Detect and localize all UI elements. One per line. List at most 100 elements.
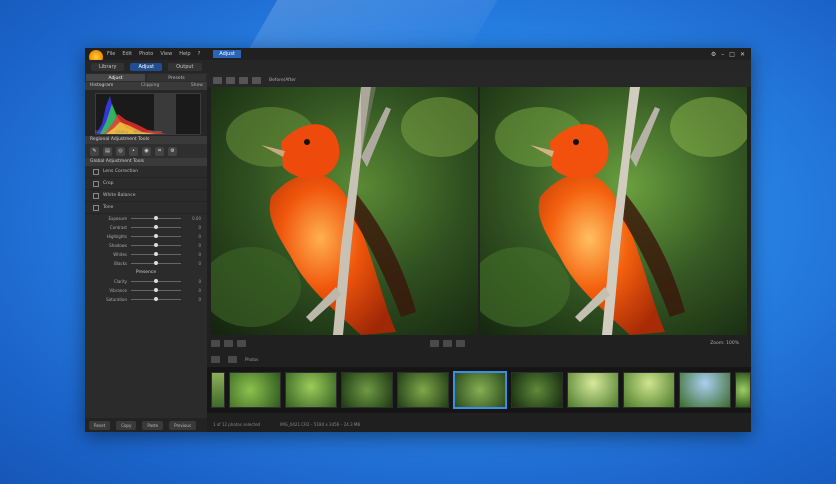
slider-knob[interactable] [154, 252, 158, 256]
tab-presets[interactable]: Presets [147, 74, 206, 81]
histogram-header[interactable]: Histogram Clipping Show [85, 82, 207, 90]
slider-track[interactable] [131, 279, 181, 283]
slider-value[interactable]: 0 [187, 225, 201, 230]
thumbnail[interactable] [341, 372, 393, 408]
fill-icon[interactable] [224, 339, 233, 347]
slider-track[interactable] [131, 297, 181, 301]
slider-knob[interactable] [154, 234, 158, 238]
checkbox-icon[interactable] [93, 204, 99, 211]
next-photo-icon[interactable] [443, 339, 452, 347]
after-image[interactable] [470, 87, 750, 335]
view-grid-icon[interactable] [239, 76, 248, 84]
view-single-icon[interactable] [213, 76, 222, 84]
reset-button[interactable]: Reset [89, 420, 111, 430]
mode-output-button[interactable]: Output [168, 62, 202, 71]
slider-knob[interactable] [154, 288, 158, 292]
settings-icon[interactable]: ⚙ [711, 51, 716, 58]
slider-track[interactable] [131, 243, 181, 247]
thumbnail[interactable] [511, 372, 563, 408]
slider-knob[interactable] [154, 216, 158, 220]
brush-icon[interactable]: ✎ [90, 146, 99, 156]
histogram-show-toggle[interactable]: Show [191, 82, 203, 90]
crop-icon[interactable]: ⌗ [155, 146, 164, 156]
histogram-chart [96, 94, 176, 134]
radial-icon[interactable]: ◎ [116, 146, 125, 156]
histogram-clipping-toggle[interactable]: Clipping [141, 82, 159, 90]
thumbnail-selected[interactable] [453, 371, 507, 409]
slider-value[interactable]: 0 [187, 279, 201, 284]
filmstrip-toolbar: Photos [211, 353, 747, 365]
mode-library-button[interactable]: Library [91, 62, 125, 71]
global-tools-header[interactable]: Global Adjustment Tools [85, 158, 207, 166]
adjust-tone[interactable]: Tone [85, 202, 207, 214]
paste-button[interactable]: Paste [142, 420, 164, 430]
regional-tools-header[interactable]: Regional Adjustment Tools [85, 136, 207, 144]
slider-value[interactable]: 0 [187, 297, 201, 302]
mode-adjust-button[interactable]: Adjust [130, 62, 163, 71]
slider-track[interactable] [131, 261, 181, 265]
menu-adjust-active[interactable]: Adjust [213, 50, 241, 58]
adjust-white-balance[interactable]: White Balance [85, 190, 207, 202]
checkbox-icon[interactable] [93, 168, 99, 175]
tab-adjust[interactable]: Adjust [86, 74, 145, 81]
adjust-lens-correction[interactable]: Lens Correction [85, 166, 207, 178]
close-icon[interactable]: ✕ [740, 51, 745, 58]
thumbnail[interactable] [397, 372, 449, 408]
before-image[interactable] [201, 87, 481, 335]
slider-knob[interactable] [154, 243, 158, 247]
slider-knob[interactable] [154, 225, 158, 229]
checkbox-icon[interactable] [93, 180, 99, 187]
menu-extra[interactable]: ? [198, 51, 201, 57]
slider-knob[interactable] [154, 279, 158, 283]
slider-track[interactable] [131, 234, 181, 238]
thumbnail[interactable] [285, 372, 337, 408]
film-sort-icon[interactable] [228, 355, 237, 363]
view-compare-icon[interactable] [226, 76, 235, 84]
zoom-level[interactable]: Zoom: 100% [710, 341, 739, 346]
rotate-icon[interactable] [456, 339, 465, 347]
regional-tools-row: ✎ ▤ ◎ • ◉ ⌗ ⚙ [85, 144, 207, 158]
view-fullscreen-icon[interactable] [252, 76, 261, 84]
gradient-icon[interactable]: ▤ [103, 146, 112, 156]
menu-help[interactable]: Help [179, 51, 190, 57]
thumbnail[interactable] [623, 372, 675, 408]
status-file-info: IMG_0421.CR2 – 5184 x 3456 – 24.3 MB [280, 421, 361, 427]
slider-knob[interactable] [154, 297, 158, 301]
presence-heading: Presence [135, 270, 157, 275]
thumbnail[interactable] [229, 372, 281, 408]
thumbnail[interactable] [567, 372, 619, 408]
spot-icon[interactable]: • [129, 146, 138, 156]
slider-value[interactable]: 0 [187, 261, 201, 266]
slider-value[interactable]: 0 [187, 288, 201, 293]
fit-icon[interactable] [211, 339, 220, 347]
maximize-icon[interactable]: □ [729, 51, 735, 58]
filmstrip [207, 367, 751, 413]
slider-track[interactable] [131, 288, 181, 292]
checkbox-icon[interactable] [93, 192, 99, 199]
copy-button[interactable]: Copy [116, 420, 137, 430]
menu-photo[interactable]: Photo [139, 51, 153, 57]
thumbnail[interactable] [735, 372, 751, 408]
slider-value[interactable]: 0 [187, 234, 201, 239]
adjust-crop[interactable]: Crop [85, 178, 207, 190]
slider-value[interactable]: 0 [187, 252, 201, 257]
slider-track[interactable] [131, 252, 181, 256]
slider-value[interactable]: 0.00 [187, 216, 201, 221]
thumbnail[interactable] [211, 372, 225, 408]
slider-row: Highlights 0 [85, 232, 207, 241]
slider-track[interactable] [131, 216, 181, 220]
thumbnail[interactable] [679, 372, 731, 408]
minimize-icon[interactable]: – [721, 51, 724, 58]
menu-file[interactable]: File [107, 51, 115, 57]
slider-knob[interactable] [154, 261, 158, 265]
settings-tool-icon[interactable]: ⚙ [168, 146, 177, 156]
film-view-icon[interactable] [211, 355, 220, 363]
redeye-icon[interactable]: ◉ [142, 146, 151, 156]
menu-edit[interactable]: Edit [122, 51, 132, 57]
menu-view[interactable]: View [160, 51, 172, 57]
actual-size-icon[interactable] [237, 339, 246, 347]
previous-button[interactable]: Previous [169, 420, 197, 430]
slider-track[interactable] [131, 225, 181, 229]
prev-photo-icon[interactable] [430, 339, 439, 347]
slider-value[interactable]: 0 [187, 243, 201, 248]
